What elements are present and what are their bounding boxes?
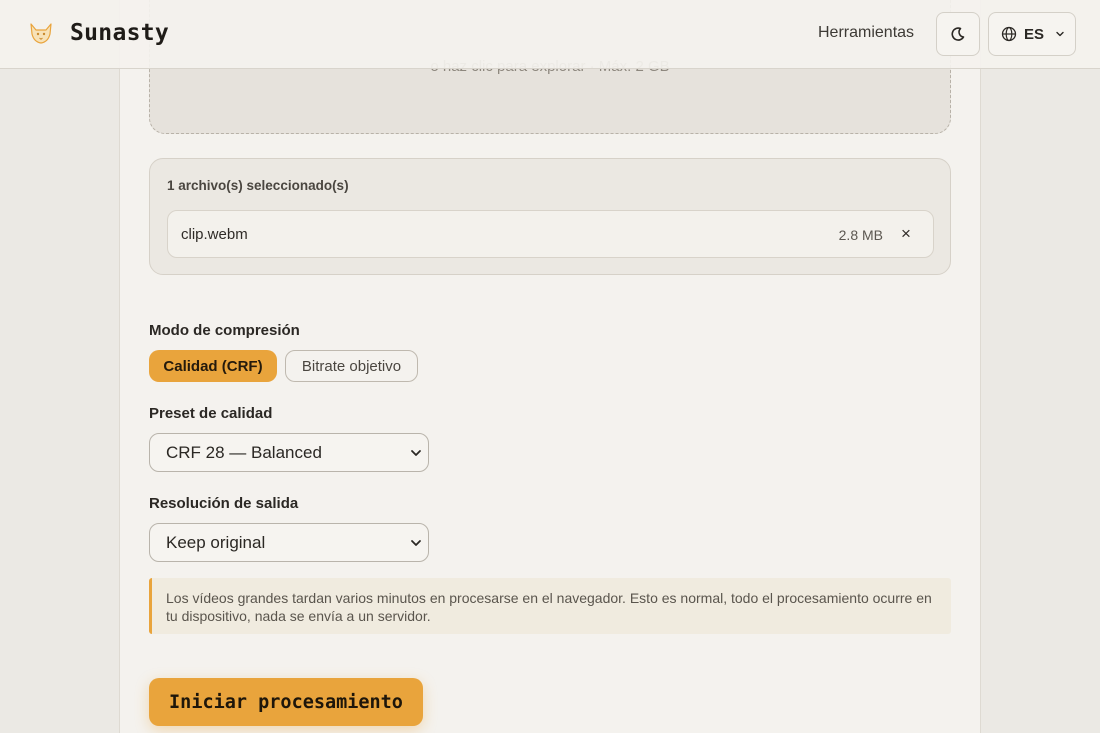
start-processing-button[interactable]: Iniciar procesamiento xyxy=(149,678,423,726)
files-count-label: 1 archivo(s) seleccionado(s) xyxy=(167,178,349,193)
preset-selected-value: CRF 28 — Balanced xyxy=(166,442,322,462)
compression-mode-label: Modo de compresión xyxy=(149,322,300,339)
language-selector[interactable]: ES xyxy=(988,12,1076,56)
remove-file-icon[interactable]: × xyxy=(897,224,915,244)
preset-select[interactable]: CRF 28 — Balanced xyxy=(149,433,429,472)
language-code: ES xyxy=(1024,25,1045,43)
chevron-down-icon xyxy=(1056,31,1064,37)
resolution-selected-value: Keep original xyxy=(166,532,266,552)
processing-notice: Los vídeos grandes tardan varios minutos… xyxy=(149,578,951,634)
mode-bitrate-button[interactable]: Bitrate objetivo xyxy=(285,350,418,382)
top-header: Sunasty Herramientas ES xyxy=(0,0,1100,69)
preset-label: Preset de calidad xyxy=(149,405,273,422)
resolution-select[interactable]: Keep original xyxy=(149,523,429,562)
moon-icon xyxy=(951,27,965,41)
file-name: clip.webm xyxy=(181,226,248,243)
selected-files-panel: 1 archivo(s) seleccionado(s) clip.webm 2… xyxy=(149,158,951,275)
file-item: clip.webm 2.8 MB × xyxy=(167,210,934,258)
file-size: 2.8 MB xyxy=(838,227,883,243)
brand-name[interactable]: Sunasty xyxy=(70,20,169,46)
resolution-label: Resolución de salida xyxy=(149,495,299,512)
mode-crf-button[interactable]: Calidad (CRF) xyxy=(149,350,277,382)
fox-logo-icon[interactable] xyxy=(26,18,56,48)
chevron-down-icon xyxy=(411,450,421,456)
theme-toggle-button[interactable] xyxy=(936,12,980,56)
nav-tools-link[interactable]: Herramientas xyxy=(818,24,914,42)
globe-icon xyxy=(1001,26,1017,42)
chevron-down-icon xyxy=(411,540,421,546)
